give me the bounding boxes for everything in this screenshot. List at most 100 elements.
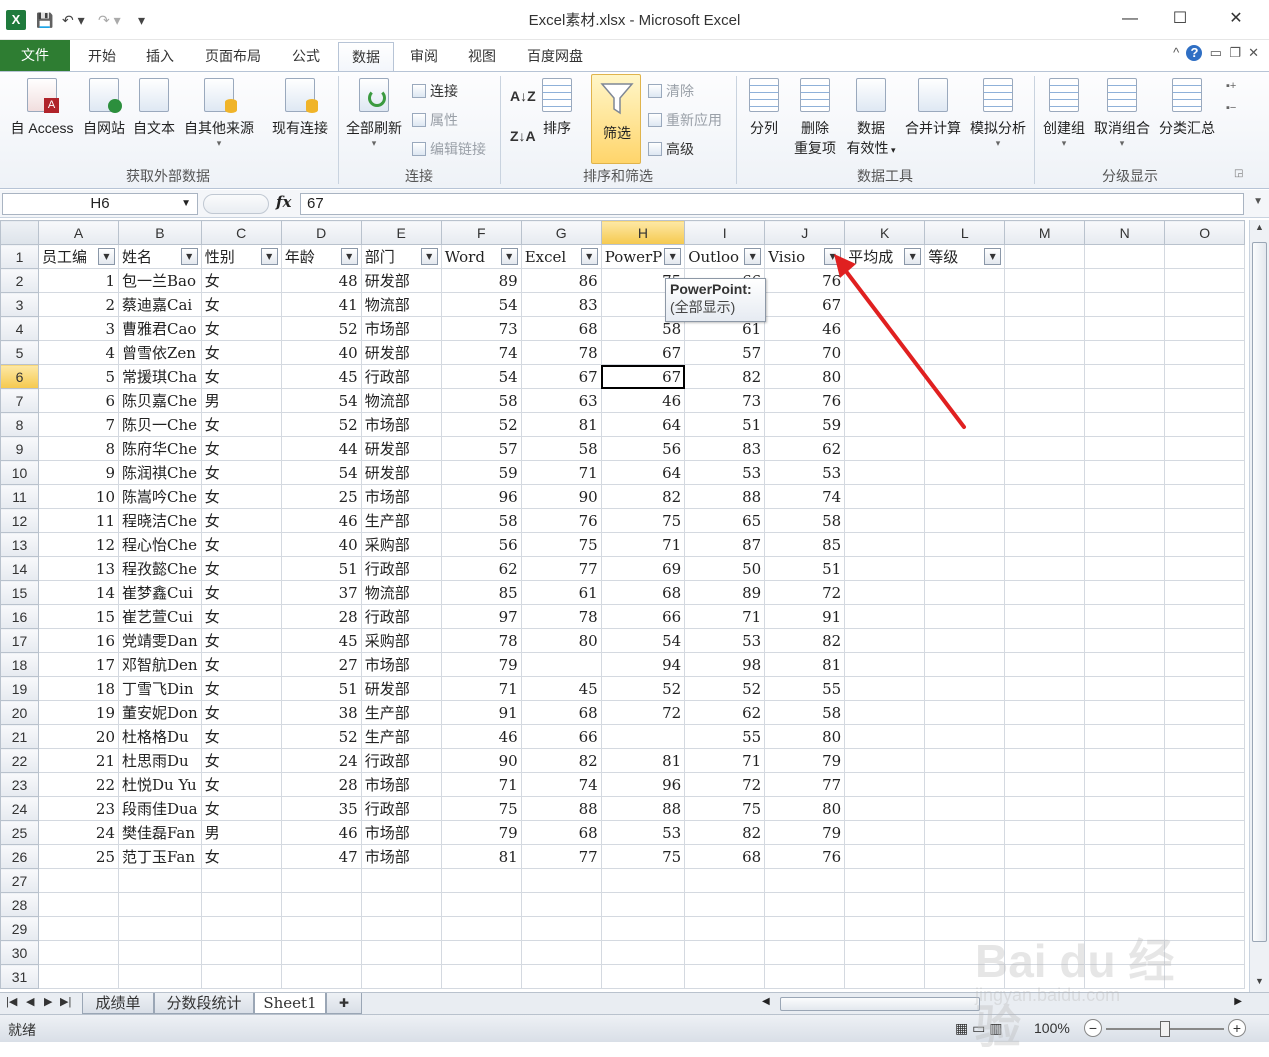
cell[interactable]: 88 [684,484,766,509]
cell[interactable] [1004,292,1086,317]
cell[interactable]: 88 [600,796,686,821]
collapse-ribbon-icon[interactable]: ^ [1173,45,1179,60]
cell[interactable] [1084,676,1166,701]
vertical-scrollbar[interactable]: ▲ ▼ [1249,220,1269,992]
cell[interactable] [38,892,119,917]
doc-restore-icon[interactable]: ❐ [1229,45,1241,60]
cell[interactable] [118,892,202,917]
cell[interactable]: 68 [520,316,602,341]
save-icon[interactable]: 💾 [36,9,53,31]
sort-ascending-button[interactable]: A↓Z [510,88,536,104]
filter-dropdown-icon[interactable]: ▼ [500,248,518,265]
cell[interactable] [1164,316,1246,341]
cell[interactable]: 46 [600,388,686,413]
cell[interactable] [924,292,1006,317]
cell[interactable] [118,940,202,965]
column-header-h[interactable]: H [600,220,686,245]
advanced-filter-button[interactable]: 高级 [648,139,694,159]
cell[interactable]: 21 [38,748,119,773]
cell[interactable]: 82 [600,484,686,509]
header-cell[interactable]: 姓名 ▼ [118,244,202,269]
cell[interactable] [280,868,362,893]
cell[interactable]: 89 [440,268,522,293]
cell[interactable] [844,292,926,317]
cell[interactable] [1004,820,1086,845]
cell[interactable] [1084,436,1166,461]
row-header[interactable]: 31 [0,964,39,989]
cell[interactable]: 66 [520,724,602,749]
cell[interactable]: 58 [440,508,522,533]
cell[interactable]: 行政部 [360,604,442,629]
cell[interactable]: 程晓洁Che [118,508,202,533]
row-header[interactable]: 14 [0,556,39,581]
cell[interactable]: 生产部 [360,700,442,725]
cell[interactable]: 程心怡Che [118,532,202,557]
cell[interactable] [1164,532,1246,557]
cell[interactable] [764,940,846,965]
row-header[interactable]: 5 [0,340,39,365]
cell[interactable]: 88 [520,796,602,821]
cell[interactable] [1004,844,1086,869]
cell[interactable] [844,772,926,797]
cell[interactable]: 46 [764,316,846,341]
cell[interactable] [924,556,1006,581]
cell[interactable]: 6 [38,388,119,413]
next-sheet-icon[interactable]: ▶ [44,995,52,1008]
cell[interactable]: 女 [200,748,282,773]
vertical-scroll-thumb[interactable] [1252,242,1267,942]
cell[interactable] [1164,292,1246,317]
cell[interactable] [844,412,926,437]
cell[interactable] [1084,724,1166,749]
cell[interactable] [360,916,442,941]
cell[interactable]: 63 [520,388,602,413]
cell[interactable] [440,964,522,989]
row-header[interactable]: 20 [0,700,39,725]
cell[interactable]: 25 [38,844,119,869]
cell[interactable]: 45 [280,364,362,389]
cell[interactable]: 4 [38,340,119,365]
cell[interactable]: 54 [440,292,522,317]
cell[interactable]: 75 [684,796,766,821]
reapply-button[interactable]: 重新应用 [648,110,722,130]
cell[interactable]: 53 [600,820,686,845]
cell[interactable]: 72 [764,580,846,605]
cell[interactable]: 58 [440,388,522,413]
sheet-tab-scores[interactable]: 成绩单 [82,993,154,1014]
cell[interactable]: 56 [600,436,686,461]
cell[interactable] [520,964,602,989]
cell[interactable]: 13 [38,556,119,581]
cell[interactable]: 85 [764,532,846,557]
cell[interactable]: 58 [764,508,846,533]
cell[interactable]: 9 [38,460,119,485]
select-all-corner[interactable] [0,220,39,245]
cell[interactable]: 71 [684,748,766,773]
clear-filter-button[interactable]: 清除 [648,81,694,101]
cell[interactable]: 37 [280,580,362,605]
sheet-tab-sheet1[interactable]: Sheet1 [254,993,326,1014]
cell[interactable] [1164,460,1246,485]
cell[interactable]: 女 [200,268,282,293]
cell[interactable]: 5 [38,364,119,389]
formula-input[interactable]: 67 [300,193,1244,215]
scroll-right-icon[interactable]: ▶ [1234,996,1242,1007]
cell[interactable]: 女 [200,724,282,749]
cell[interactable]: 58 [520,436,602,461]
cell[interactable] [844,964,926,989]
column-header-k[interactable]: K [844,220,926,245]
cell[interactable] [1004,628,1086,653]
cell[interactable]: 44 [280,436,362,461]
cell[interactable]: 97 [440,604,522,629]
refresh-all-button[interactable]: 全部刷新 ▾ [342,78,406,148]
cell[interactable]: 女 [200,676,282,701]
cell[interactable] [1004,244,1086,269]
scroll-up-icon[interactable]: ▲ [1250,222,1269,232]
cell[interactable]: 研发部 [360,460,442,485]
cell[interactable]: 76 [520,508,602,533]
cell[interactable] [1084,388,1166,413]
cell[interactable] [924,412,1006,437]
cell[interactable]: 22 [38,772,119,797]
cell[interactable]: 62 [684,700,766,725]
cell[interactable]: 研发部 [360,340,442,365]
cell[interactable]: 14 [38,580,119,605]
cell[interactable] [844,580,926,605]
